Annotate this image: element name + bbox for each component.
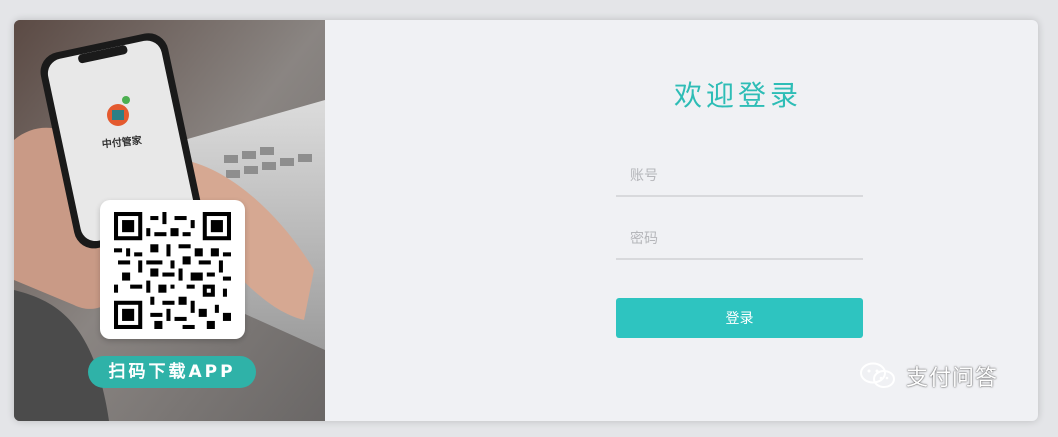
password-field: [616, 220, 863, 260]
promo-panel: 中付管家 扫码下载APP: [14, 20, 325, 421]
login-button[interactable]: 登录: [616, 298, 863, 338]
watermark-text: 支付问答: [906, 366, 999, 391]
account-field: [616, 157, 863, 197]
page-title: 欢迎登录: [673, 79, 802, 112]
watermark: 支付问答: [858, 356, 998, 396]
password-input[interactable]: [616, 220, 863, 258]
download-qr-code: [100, 200, 245, 339]
account-input[interactable]: [616, 157, 863, 195]
qr-code-icon: [114, 212, 231, 329]
wechat-icon: [860, 362, 895, 388]
download-app-label: 扫码下载APP: [88, 356, 256, 388]
